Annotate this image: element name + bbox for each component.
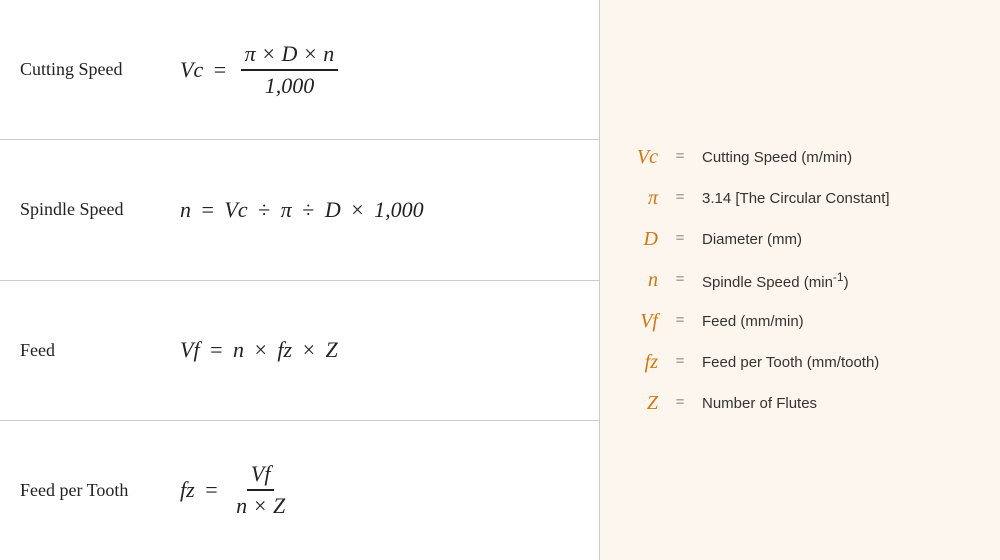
legend-sym-vf: Vf bbox=[630, 310, 658, 333]
n-sym: n bbox=[180, 197, 191, 223]
legend-sym-vc: Vc bbox=[630, 146, 658, 169]
legend-desc-vc: Cutting Speed (m/min) bbox=[702, 149, 852, 166]
vf-sym: Vf bbox=[180, 337, 200, 363]
legend-sym-fz: fz bbox=[630, 351, 658, 374]
cutting-speed-label: Cutting Speed bbox=[20, 59, 180, 80]
pi-sym: π bbox=[281, 197, 292, 223]
vc-sym: Vc bbox=[180, 57, 203, 83]
fz-sym: fz bbox=[277, 337, 292, 363]
legend-eq-d: = bbox=[670, 230, 690, 248]
feed-row: Feed Vf = n × fz × Z bbox=[0, 281, 599, 421]
cutting-speed-row: Cutting Speed Vc = π × D × n 1,000 bbox=[0, 0, 599, 140]
legend-d: D = Diameter (mm) bbox=[630, 228, 970, 251]
div2: ÷ bbox=[297, 197, 320, 223]
legend-fz: fz = Feed per Tooth (mm/tooth) bbox=[630, 351, 970, 374]
cutting-speed-fraction: π × D × n 1,000 bbox=[241, 41, 339, 99]
thousand: 1,000 bbox=[374, 197, 424, 223]
legend-desc-n: Spindle Speed (min-1) bbox=[702, 270, 849, 291]
feed-label: Feed bbox=[20, 340, 180, 361]
feed-per-tooth-fraction: Vf n × Z bbox=[232, 461, 289, 519]
legend-eq-pi: = bbox=[670, 189, 690, 207]
feed-per-tooth-formula: fz = Vf n × Z bbox=[180, 461, 293, 519]
right-panel: Vc = Cutting Speed (m/min) π = 3.14 [The… bbox=[600, 0, 1000, 560]
vc-sym2: Vc bbox=[224, 197, 247, 223]
legend-eq-z: = bbox=[670, 394, 690, 412]
legend-sym-z: Z bbox=[630, 392, 658, 415]
feed-per-tooth-numerator: Vf bbox=[247, 461, 275, 491]
legend-eq-vf: = bbox=[670, 312, 690, 330]
feed-per-tooth-row: Feed per Tooth fz = Vf n × Z bbox=[0, 421, 599, 560]
legend-eq-n: = bbox=[670, 271, 690, 289]
legend-eq-vc: = bbox=[670, 148, 690, 166]
eq-sym: = bbox=[208, 57, 231, 83]
legend-z: Z = Number of Flutes bbox=[630, 392, 970, 415]
spindle-speed-label: Spindle Speed bbox=[20, 199, 180, 220]
legend-eq-fz: = bbox=[670, 353, 690, 371]
cutting-speed-formula: Vc = π × D × n 1,000 bbox=[180, 41, 342, 99]
div1: ÷ bbox=[253, 197, 276, 223]
cutting-speed-numerator: π × D × n bbox=[241, 41, 339, 71]
legend-vc: Vc = Cutting Speed (m/min) bbox=[630, 146, 970, 169]
legend-n: n = Spindle Speed (min-1) bbox=[630, 269, 970, 292]
fz-sym2: fz bbox=[180, 477, 195, 503]
legend-desc-d: Diameter (mm) bbox=[702, 231, 802, 248]
times2: × bbox=[249, 337, 272, 363]
legend-desc-pi: 3.14 [The Circular Constant] bbox=[702, 190, 890, 207]
cutting-speed-denominator: 1,000 bbox=[261, 71, 319, 99]
n-sym2: n bbox=[233, 337, 244, 363]
feed-per-tooth-denominator: n × Z bbox=[232, 491, 289, 519]
d-sym: D bbox=[325, 197, 341, 223]
spindle-speed-row: Spindle Speed n = Vc ÷ π ÷ D × 1,000 bbox=[0, 140, 599, 280]
legend-pi: π = 3.14 [The Circular Constant] bbox=[630, 187, 970, 210]
times3: × bbox=[297, 337, 320, 363]
times1: × bbox=[346, 197, 369, 223]
legend-sym-pi: π bbox=[630, 187, 658, 210]
left-panel: Cutting Speed Vc = π × D × n 1,000 Spind… bbox=[0, 0, 600, 560]
legend-sym-n: n bbox=[630, 269, 658, 292]
feed-formula: Vf = n × fz × Z bbox=[180, 337, 338, 363]
legend-desc-vf: Feed (mm/min) bbox=[702, 313, 804, 330]
eq-sym3: = bbox=[205, 337, 228, 363]
eq-sym4: = bbox=[200, 477, 223, 503]
spindle-speed-formula: n = Vc ÷ π ÷ D × 1,000 bbox=[180, 197, 424, 223]
legend-desc-fz: Feed per Tooth (mm/tooth) bbox=[702, 354, 879, 371]
eq-sym2: = bbox=[196, 197, 219, 223]
legend-vf: Vf = Feed (mm/min) bbox=[630, 310, 970, 333]
legend-desc-z: Number of Flutes bbox=[702, 395, 817, 412]
legend-sym-d: D bbox=[630, 228, 658, 251]
z-sym: Z bbox=[326, 337, 338, 363]
feed-per-tooth-label: Feed per Tooth bbox=[20, 480, 180, 501]
